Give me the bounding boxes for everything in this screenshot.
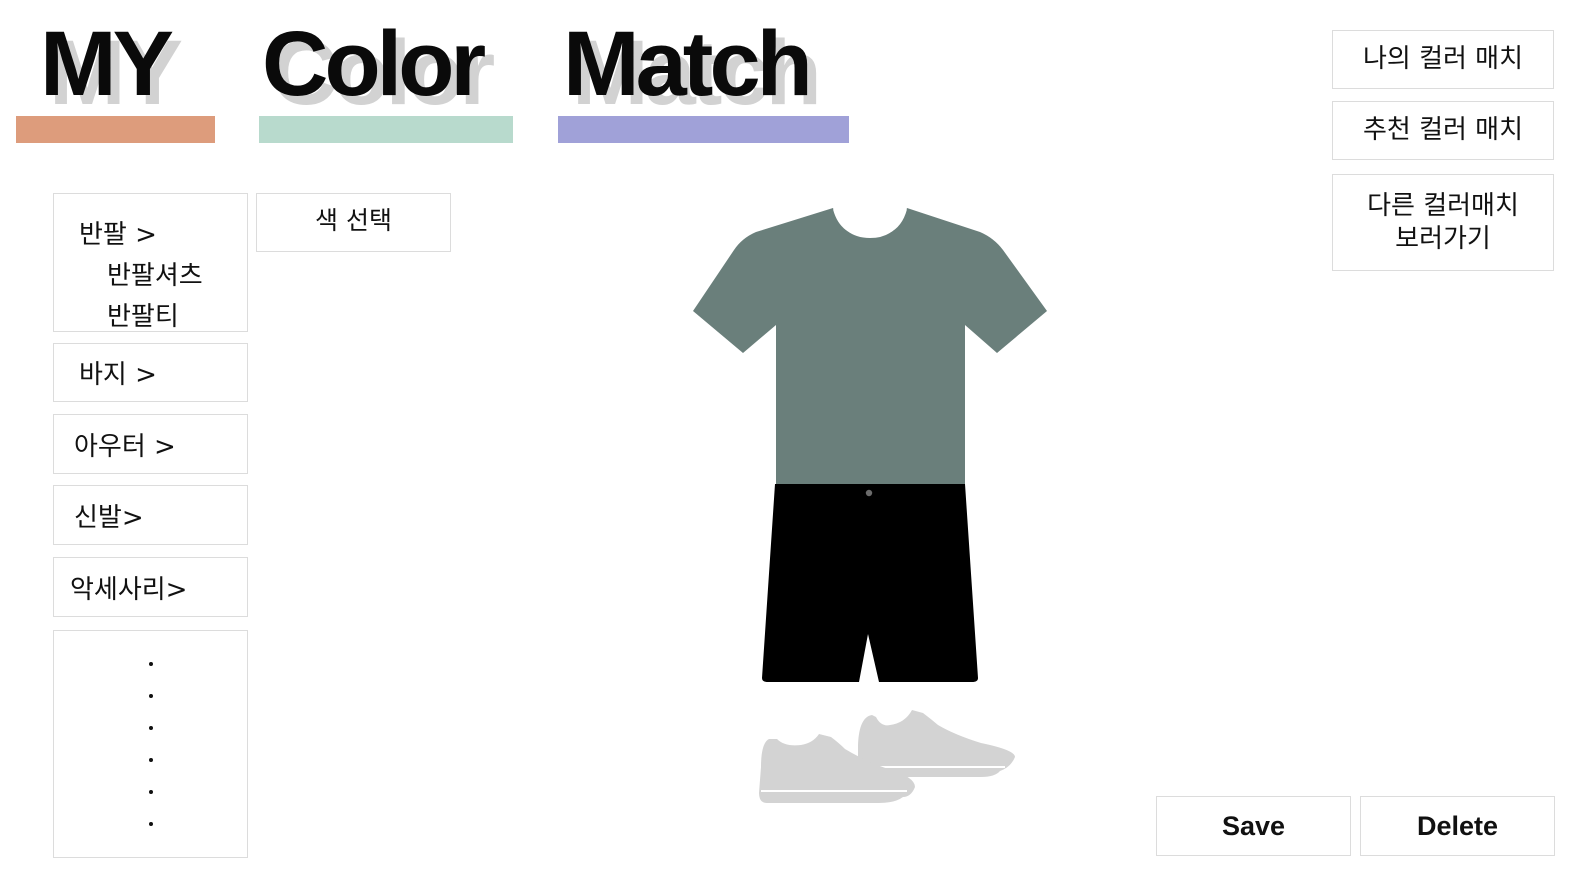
more-dot <box>148 790 153 794</box>
logo-word-color-text: Color <box>262 13 486 115</box>
my-color-match-label: 나의 컬러 매치 <box>1362 44 1524 74</box>
logo-word-color: Color Color <box>262 13 522 119</box>
category-outerwear[interactable]: 아우터 > <box>53 414 248 474</box>
recommended-color-match-label: 추천 컬러 매치 <box>1362 115 1524 145</box>
sneakers-icon[interactable] <box>755 705 1020 810</box>
browse-other-matches-line1: 다른 컬러매치 <box>1367 190 1519 221</box>
more-dot <box>148 822 153 826</box>
subcategory-short-sleeve-shirt[interactable]: 반팔셔츠 <box>79 255 247 292</box>
category-more-list[interactable] <box>53 630 248 858</box>
more-dot <box>148 758 153 762</box>
more-dot <box>148 694 153 698</box>
color-select-label: 색 선택 <box>315 206 392 235</box>
logo-word-my: MY MY <box>40 13 220 119</box>
browse-other-matches-line2: 보러가기 <box>1395 223 1491 254</box>
shorts-icon[interactable] <box>758 482 982 685</box>
logo-word-my-text: MY <box>40 13 174 115</box>
category-accessories-label: 악세사리> <box>70 574 188 605</box>
save-button[interactable]: Save <box>1156 796 1351 856</box>
logo-word-match: Match Match <box>563 13 853 119</box>
more-dot <box>148 662 153 666</box>
subcategory-short-sleeve-tee[interactable]: 반팔티 <box>79 296 247 333</box>
logo-bar-color <box>259 116 513 143</box>
more-dot <box>148 726 153 730</box>
category-outerwear-label: 아우터 > <box>74 431 176 462</box>
tshirt-icon[interactable] <box>690 200 1050 490</box>
category-short-sleeve-label: 반팔 > <box>79 220 157 250</box>
delete-button[interactable]: Delete <box>1360 796 1555 856</box>
category-shoes-label: 신발> <box>74 502 144 533</box>
delete-button-label: Delete <box>1416 810 1499 841</box>
recommended-color-match-button[interactable]: 추천 컬러 매치 <box>1332 101 1554 160</box>
category-pants-label: 바지 > <box>79 360 157 390</box>
logo-word-match-text: Match <box>563 13 813 115</box>
category-shoes[interactable]: 신발> <box>53 485 248 545</box>
logo-bar-my <box>16 116 215 143</box>
save-button-label: Save <box>1221 810 1286 841</box>
category-short-sleeve[interactable]: 반팔 > 반팔셔츠 반팔티 <box>53 193 248 332</box>
logo-bar-match <box>558 116 849 143</box>
color-select-button[interactable]: 색 선택 <box>256 193 451 252</box>
browse-other-matches-button[interactable]: 다른 컬러매치 보러가기 <box>1332 174 1554 271</box>
category-pants[interactable]: 바지 > <box>53 343 248 402</box>
my-color-match-button[interactable]: 나의 컬러 매치 <box>1332 30 1554 89</box>
category-accessories[interactable]: 악세사리> <box>53 557 248 617</box>
